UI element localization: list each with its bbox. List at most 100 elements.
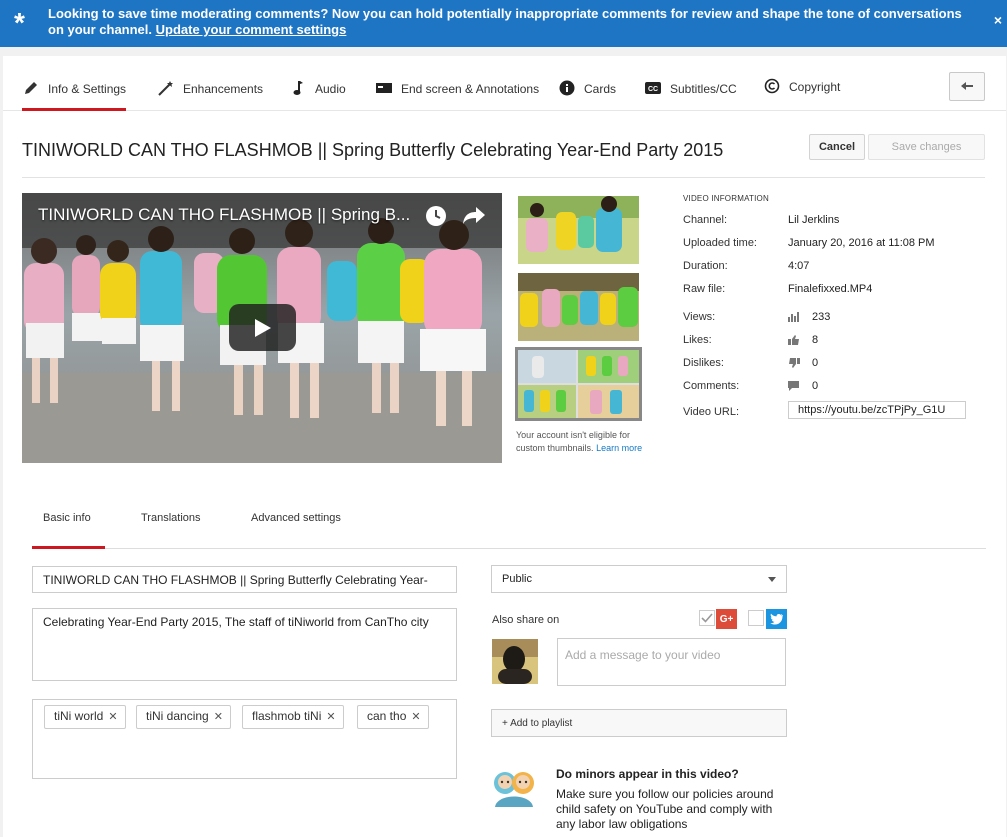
- share-icon[interactable]: [462, 205, 486, 225]
- back-button[interactable]: [949, 72, 985, 101]
- tag-chip[interactable]: tiNi dancing ✕: [136, 705, 231, 729]
- video-info-heading: VIDEO INFORMATION: [683, 194, 769, 203]
- thumbnail-image: [518, 350, 639, 418]
- video-url-field[interactable]: https://youtu.be/zcTPjPy_G1U: [788, 401, 966, 419]
- tab-audio[interactable]: Audio: [289, 76, 346, 111]
- remove-tag-icon[interactable]: ✕: [108, 711, 117, 723]
- tab-subtitles[interactable]: CC Subtitles/CC: [644, 76, 737, 111]
- tab-enhancements[interactable]: Enhancements: [157, 76, 263, 111]
- title-input[interactable]: TINIWORLD CAN THO FLASHMOB || Spring But…: [32, 566, 457, 593]
- video-player[interactable]: TINIWORLD CAN THO FLASHMOB || Spring B..…: [22, 193, 502, 463]
- description-textarea[interactable]: Celebrating Year-End Party 2015, The sta…: [32, 608, 457, 681]
- watch-later-icon[interactable]: [425, 205, 447, 227]
- dislikes-value: 0: [788, 357, 818, 369]
- tab-translations[interactable]: Translations: [141, 512, 201, 549]
- banner-message: Looking to save time moderating comments…: [48, 6, 968, 38]
- views-count: 233: [812, 311, 831, 323]
- duration-value: 4:07: [788, 260, 809, 272]
- remove-tag-icon[interactable]: ✕: [411, 711, 420, 723]
- views-label: Views:: [683, 311, 716, 323]
- back-arrow-icon: [960, 80, 974, 94]
- tab-copyright[interactable]: Copyright: [763, 74, 840, 109]
- player-title[interactable]: TINIWORLD CAN THO FLASHMOB || Spring B..…: [38, 205, 418, 225]
- tags-field[interactable]: tiNi world ✕ tiNi dancing ✕ flashmob tiNi ✕…: [32, 699, 457, 779]
- chevron-down-icon: [768, 577, 776, 582]
- tab-label: End screen & Annotations: [401, 82, 540, 96]
- google-plus-icon: G+: [716, 609, 737, 629]
- tab-label: Cards: [584, 82, 617, 96]
- tag-label: can tho: [367, 709, 407, 723]
- share-message-input[interactable]: Add a message to your video: [557, 638, 786, 686]
- comment-icon: [788, 381, 800, 391]
- tag-label: tiNi dancing: [146, 709, 209, 723]
- copyright-icon: [763, 78, 781, 94]
- likes-count: 8: [812, 334, 819, 346]
- star-icon: *: [14, 7, 25, 38]
- tag-chip[interactable]: flashmob tiNi ✕: [242, 705, 344, 729]
- comments-count: 0: [812, 380, 819, 392]
- magic-wand-icon: [157, 80, 175, 96]
- add-to-playlist-button[interactable]: + Add to playlist: [491, 709, 787, 737]
- notification-banner: * Looking to save time moderating commen…: [0, 0, 1007, 47]
- save-changes-button[interactable]: Save changes: [868, 134, 985, 160]
- privacy-select[interactable]: Public: [491, 565, 787, 593]
- play-icon: [254, 318, 272, 338]
- tab-label: Copyright: [789, 80, 841, 94]
- play-button[interactable]: [229, 304, 296, 351]
- thumbnail-option-2[interactable]: [518, 273, 639, 341]
- tab-info-settings[interactable]: Info & Settings: [22, 76, 127, 111]
- cancel-button[interactable]: Cancel: [809, 134, 865, 160]
- children-icon: [491, 767, 537, 814]
- views-value: 233: [788, 311, 830, 323]
- uploaded-value: January 20, 2016 at 11:08 PM: [788, 237, 935, 249]
- tab-advanced-settings[interactable]: Advanced settings: [251, 512, 341, 549]
- also-share-label: Also share on: [492, 614, 560, 626]
- thumbnail-note: Your account isn't eligible for custom t…: [516, 429, 651, 455]
- tag-label: flashmob tiNi: [252, 709, 322, 723]
- details-tabs: Basic info Translations Advanced setting…: [32, 496, 986, 549]
- raw-file-label: Raw file:: [683, 283, 726, 295]
- minors-policy-text: Make sure you follow our policies around…: [556, 787, 774, 831]
- cc-icon: CC: [644, 80, 662, 96]
- tab-basic-info[interactable]: Basic info: [32, 512, 105, 549]
- tag-label: tiNi world: [54, 709, 104, 723]
- gplus-share-checkbox[interactable]: [699, 610, 715, 626]
- thumbs-down-icon: [788, 358, 800, 368]
- tab-end-screen-annotations[interactable]: End screen & Annotations: [375, 76, 539, 111]
- learn-more-link[interactable]: Learn more: [596, 443, 642, 453]
- twitter-icon: [766, 609, 787, 629]
- thumbnail-option-3-selected[interactable]: [515, 347, 642, 421]
- thumbnail-option-1[interactable]: [518, 196, 639, 264]
- pencil-icon: [22, 80, 40, 96]
- tag-chip[interactable]: can tho ✕: [357, 705, 429, 729]
- likes-label: Likes:: [683, 334, 712, 346]
- update-comment-settings-link[interactable]: Update your comment settings: [156, 22, 347, 37]
- privacy-value: Public: [502, 573, 532, 585]
- avatar: [492, 639, 538, 684]
- raw-file-text: Finalefixxed.MP4: [788, 283, 873, 295]
- raw-file-value: Finalefixxed.MP4: [788, 283, 872, 295]
- duration-label: Duration:: [683, 260, 728, 272]
- uploaded-label: Uploaded time:: [683, 237, 757, 249]
- close-icon[interactable]: ×: [994, 12, 1002, 28]
- tab-cards[interactable]: Cards: [558, 76, 616, 111]
- video-url-label: Video URL:: [683, 406, 740, 418]
- thumbnail-image: [518, 196, 639, 264]
- twitter-share-checkbox[interactable]: [748, 610, 764, 626]
- channel-label: Channel:: [683, 214, 728, 226]
- tag-chip[interactable]: tiNi world ✕: [44, 705, 126, 729]
- remove-tag-icon[interactable]: ✕: [326, 711, 335, 723]
- remove-tag-icon[interactable]: ✕: [214, 711, 223, 723]
- info-circle-icon: [558, 80, 576, 96]
- channel-name[interactable]: Lil Jerklins: [788, 214, 839, 226]
- page-title: TINIWORLD CAN THO FLASHMOB || Spring But…: [22, 140, 724, 160]
- channel-value[interactable]: Lil Jerklins: [788, 214, 839, 226]
- duration-text: 4:07: [788, 260, 810, 272]
- tab-label: Audio: [315, 82, 346, 96]
- svg-text:CC: CC: [648, 86, 658, 93]
- thumbnail-image: [518, 273, 639, 341]
- minors-heading: Do minors appear in this video?: [556, 767, 739, 781]
- editor-tabs: Info & Settings Enhancements Audio End s…: [3, 56, 1006, 111]
- dislikes-count: 0: [812, 357, 819, 369]
- tab-label: Enhancements: [183, 82, 264, 96]
